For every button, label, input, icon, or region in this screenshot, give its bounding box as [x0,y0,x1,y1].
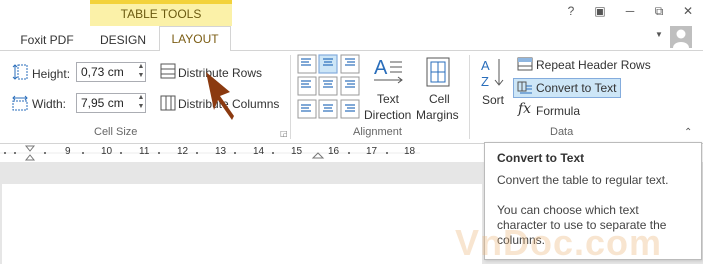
convert-to-text-icon [517,81,533,95]
tooltip-description: Convert the table to regular text. [497,173,669,187]
collapse-ribbon-icon[interactable]: ⌃ [684,127,692,138]
alignment-group-label: Alignment [353,126,402,138]
ruler-number: 12 [177,146,189,157]
distribute-columns-icon [160,95,176,111]
repeat-header-rows-button[interactable]: Repeat Header Rows [536,58,651,72]
cell-margins-button-line2[interactable]: Margins [416,108,459,122]
svg-text:A: A [374,57,388,79]
ruler-number: 9 [65,146,71,157]
height-label: Height: [32,67,71,81]
ruler-number: 10 [101,146,113,157]
ruler-number: 18 [404,146,416,157]
text-direction-icon: A [372,56,404,88]
tooltip-title: Convert to Text [497,151,585,165]
svg-text:Z: Z [481,74,489,89]
close-icon[interactable]: ✕ [680,4,696,18]
ribbon-display-options-icon[interactable]: ▣ [592,4,608,18]
distribute-rows-icon [160,63,176,79]
watermark: VnDoc.com [455,222,663,263]
formula-button[interactable]: Formula [536,104,580,118]
ruler-number: 11 [139,146,150,157]
ruler-number: 17 [366,146,378,157]
sort-button[interactable]: Sort [482,93,504,107]
ruler-number: 15 [291,146,303,157]
ruler-number: 16 [328,146,340,157]
sort-icon: AZ [479,56,507,90]
ruler-number: 13 [215,146,227,157]
formula-icon: fx [518,101,532,117]
repeat-header-rows-icon [517,57,533,71]
group-separator [469,55,470,139]
tab-layout[interactable]: LAYOUT [159,26,231,51]
tab-design[interactable]: DESIGN [92,30,154,50]
restore-icon[interactable]: ⧉ [651,4,667,19]
row-height-icon [12,64,28,80]
width-label: Width: [32,97,67,111]
avatar[interactable] [670,26,692,48]
table-tools-header: TABLE TOOLS [90,0,232,26]
text-direction-button[interactable]: Text [377,92,399,106]
minimize-icon[interactable]: ─ [622,4,638,18]
tab-foxit-pdf[interactable]: Foxit PDF [14,30,80,50]
horizontal-ruler[interactable] [0,144,420,162]
text-direction-button-line2[interactable]: Direction [364,108,411,122]
help-icon[interactable]: ? [563,4,579,18]
convert-to-text-button[interactable]: Convert to Text [536,81,616,95]
svg-text:A: A [481,58,490,73]
width-stepper[interactable]: ▲ ▼ [136,93,146,113]
group-separator [290,55,291,139]
cell-size-group-label: Cell Size [94,126,138,138]
ruler-number: 14 [253,146,265,157]
height-stepper[interactable]: ▲ ▼ [136,62,146,82]
cell-margins-icon [424,56,452,88]
account-dropdown-icon[interactable]: ▼ [655,30,663,39]
document-page[interactable] [2,184,482,264]
tooltip-detail-line: You can choose which text [497,203,639,217]
alignment-grid [297,54,361,120]
data-group-label: Data [550,126,574,138]
column-width-icon [12,95,28,111]
cell-margins-button[interactable]: Cell [429,92,450,106]
cursor-arrow-icon [196,70,236,130]
cell-size-dialog-launcher-icon[interactable]: ◲ [280,129,288,138]
